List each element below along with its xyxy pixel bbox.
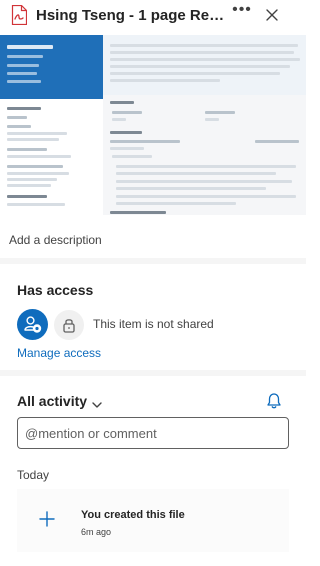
activity-group-label: Today	[17, 468, 50, 482]
section-divider	[0, 258, 306, 264]
all-activity-dropdown[interactable]: All activity	[17, 393, 87, 409]
chevron-down-icon[interactable]	[91, 398, 103, 410]
preview-sidebar-banner	[0, 35, 103, 99]
activity-description: You created this file	[81, 509, 185, 521]
close-icon[interactable]	[262, 5, 282, 25]
comment-input[interactable]	[17, 417, 289, 449]
bell-icon[interactable]	[266, 392, 282, 410]
more-options-button[interactable]: •••	[231, 2, 253, 21]
has-access-heading: Has access	[17, 282, 94, 298]
add-description-field[interactable]: Add a description	[9, 233, 102, 247]
panel-header: Hsing Tseng - 1 page Resume •••	[0, 0, 306, 32]
preview-sidebar	[0, 35, 103, 215]
file-preview-thumbnail[interactable]	[0, 35, 306, 215]
lock-icon	[54, 310, 84, 340]
people-icon[interactable]	[17, 309, 48, 340]
activity-timestamp: 6m ago	[81, 527, 112, 537]
plus-icon	[38, 510, 56, 528]
file-title: Hsing Tseng - 1 page Resume	[36, 7, 226, 24]
pdf-file-icon	[11, 4, 28, 26]
activity-item: You created this file 6m ago	[17, 489, 289, 552]
sharing-status-text: This item is not shared	[93, 317, 214, 331]
manage-access-link[interactable]: Manage access	[17, 346, 101, 360]
section-divider	[0, 370, 306, 376]
